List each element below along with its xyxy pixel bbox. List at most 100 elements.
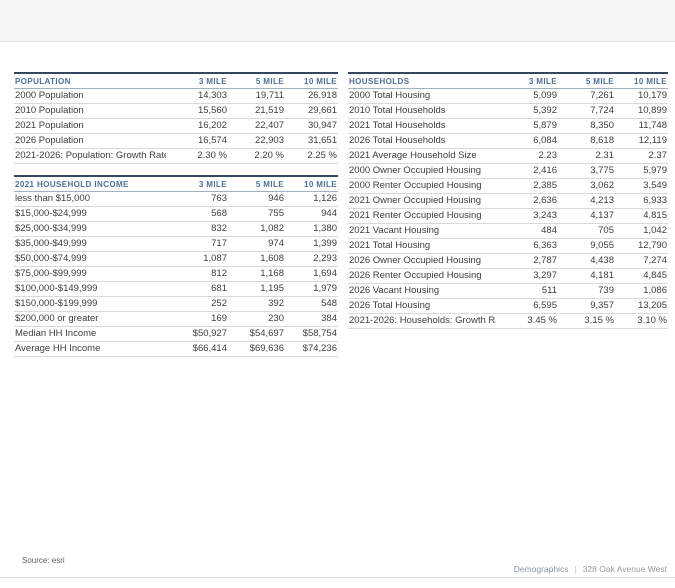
row-label: 2021 Population	[14, 119, 166, 134]
cell-value: 12,790	[615, 239, 668, 254]
table-row: $25,000-$34,9998321,0821,380	[14, 222, 338, 237]
cell-value: 568	[166, 207, 228, 222]
population-table: POPULATION3 MILE5 MILE10 MILE2000 Popula…	[14, 72, 338, 164]
cell-value: 2,385	[496, 179, 558, 194]
cell-value: 12,119	[615, 134, 668, 149]
cell-value: 5,979	[615, 164, 668, 179]
table-header-row: 2021 HOUSEHOLD INCOME3 MILE5 MILE10 MILE	[14, 176, 338, 192]
cell-value: 11,748	[615, 119, 668, 134]
row-label: 2010 Population	[14, 104, 166, 119]
row-label: 2026 Population	[14, 134, 166, 149]
cell-value: 1,399	[285, 237, 338, 252]
column-header: 3 MILE	[166, 73, 228, 89]
cell-value: 8,350	[558, 119, 615, 134]
cell-value: 2,416	[496, 164, 558, 179]
cell-value: 717	[166, 237, 228, 252]
cell-value: 10,899	[615, 104, 668, 119]
row-label: $15,000-$24,999	[14, 207, 166, 222]
source-note: Source: esri	[22, 556, 65, 565]
cell-value: 763	[166, 192, 228, 207]
cell-value: 169	[166, 312, 228, 327]
cell-value: $69,636	[228, 342, 285, 357]
cell-value: 6,363	[496, 239, 558, 254]
table-row: 2000 Owner Occupied Housing2,4163,7755,9…	[348, 164, 668, 179]
row-label: 2021-2026: Population: Growth Rate	[14, 149, 166, 164]
table-row: 2000 Population14,30319,71126,918	[14, 89, 338, 104]
cell-value: 2.30 %	[166, 149, 228, 164]
cell-value: 3,775	[558, 164, 615, 179]
table-row: Average HH Income$66,414$69,636$74,236	[14, 342, 338, 357]
cell-value: 22,407	[228, 119, 285, 134]
row-label: 2021 Total Housing	[348, 239, 496, 254]
cell-value: 230	[228, 312, 285, 327]
cell-value: 946	[228, 192, 285, 207]
cell-value: 14,303	[166, 89, 228, 104]
cell-value: 1,195	[228, 282, 285, 297]
cell-value: 21,519	[228, 104, 285, 119]
cell-value: 944	[285, 207, 338, 222]
cell-value: 6,595	[496, 299, 558, 314]
cell-value: 832	[166, 222, 228, 237]
cell-value: 392	[228, 297, 285, 312]
table-row: 2000 Total Housing5,0997,26110,179	[348, 89, 668, 104]
cell-value: 484	[496, 224, 558, 239]
cell-value: $54,697	[228, 327, 285, 342]
row-label: $35,000-$49,999	[14, 237, 166, 252]
cell-value: 1,082	[228, 222, 285, 237]
cell-value: 3,243	[496, 209, 558, 224]
table-row: $150,000-$199,999252392548	[14, 297, 338, 312]
table-row: Median HH Income$50,927$54,697$58,754	[14, 327, 338, 342]
table-row: 2026 Total Households6,0848,61812,119	[348, 134, 668, 149]
table-row: 2010 Total Households5,3927,72410,899	[348, 104, 668, 119]
table-row: 2021 Average Household Size2.232.312.37	[348, 149, 668, 164]
row-label: $150,000-$199,999	[14, 297, 166, 312]
cell-value: 974	[228, 237, 285, 252]
cell-value: 384	[285, 312, 338, 327]
footer-section-label: Demographics	[514, 564, 569, 574]
cell-value: $50,927	[166, 327, 228, 342]
row-label: 2000 Total Housing	[348, 89, 496, 104]
households-table: HOUSEHOLDS3 MILE5 MILE10 MILE2000 Total …	[348, 72, 668, 329]
cell-value: 22,903	[228, 134, 285, 149]
column-header: 3 MILE	[496, 73, 558, 89]
household-income-table: 2021 HOUSEHOLD INCOME3 MILE5 MILE10 MILE…	[14, 175, 338, 357]
cell-value: 29,661	[285, 104, 338, 119]
column-header: 10 MILE	[285, 73, 338, 89]
cell-value: 30,947	[285, 119, 338, 134]
cell-value: 4,137	[558, 209, 615, 224]
cell-value: 511	[496, 284, 558, 299]
cell-value: 4,845	[615, 269, 668, 284]
cell-value: 2.25 %	[285, 149, 338, 164]
row-label: 2026 Total Households	[348, 134, 496, 149]
table-row: 2026 Vacant Housing5117391,086	[348, 284, 668, 299]
cell-value: $74,236	[285, 342, 338, 357]
row-label: 2021 Average Household Size	[348, 149, 496, 164]
cell-value: 8,618	[558, 134, 615, 149]
table-row: $100,000-$149,9996811,1951,979	[14, 282, 338, 297]
bottom-divider	[0, 577, 675, 578]
table-row: less than $15,0007639461,126	[14, 192, 338, 207]
cell-value: 10,179	[615, 89, 668, 104]
cell-value: 2,636	[496, 194, 558, 209]
table-row: $200,000 or greater169230384	[14, 312, 338, 327]
column-header: 5 MILE	[558, 73, 615, 89]
cell-value: 6,933	[615, 194, 668, 209]
cell-value: 548	[285, 297, 338, 312]
cell-value: 31,651	[285, 134, 338, 149]
cell-value: 3,062	[558, 179, 615, 194]
row-label: 2000 Population	[14, 89, 166, 104]
cell-value: 15,560	[166, 104, 228, 119]
cell-value: 1,979	[285, 282, 338, 297]
row-label: 2010 Total Households	[348, 104, 496, 119]
table-header-row: HOUSEHOLDS3 MILE5 MILE10 MILE	[348, 73, 668, 89]
left-column: POPULATION3 MILE5 MILE10 MILE2000 Popula…	[14, 72, 338, 357]
cell-value: 5,879	[496, 119, 558, 134]
table-row: 2026 Population16,57422,90331,651	[14, 134, 338, 149]
cell-value: 3.45 %	[496, 314, 558, 329]
cell-value: 4,181	[558, 269, 615, 284]
cell-value: 3,297	[496, 269, 558, 284]
footer-address: 328 Oak Avenue West	[583, 564, 667, 574]
cell-value: 739	[558, 284, 615, 299]
table-title: 2021 HOUSEHOLD INCOME	[14, 176, 166, 192]
cell-value: 4,438	[558, 254, 615, 269]
